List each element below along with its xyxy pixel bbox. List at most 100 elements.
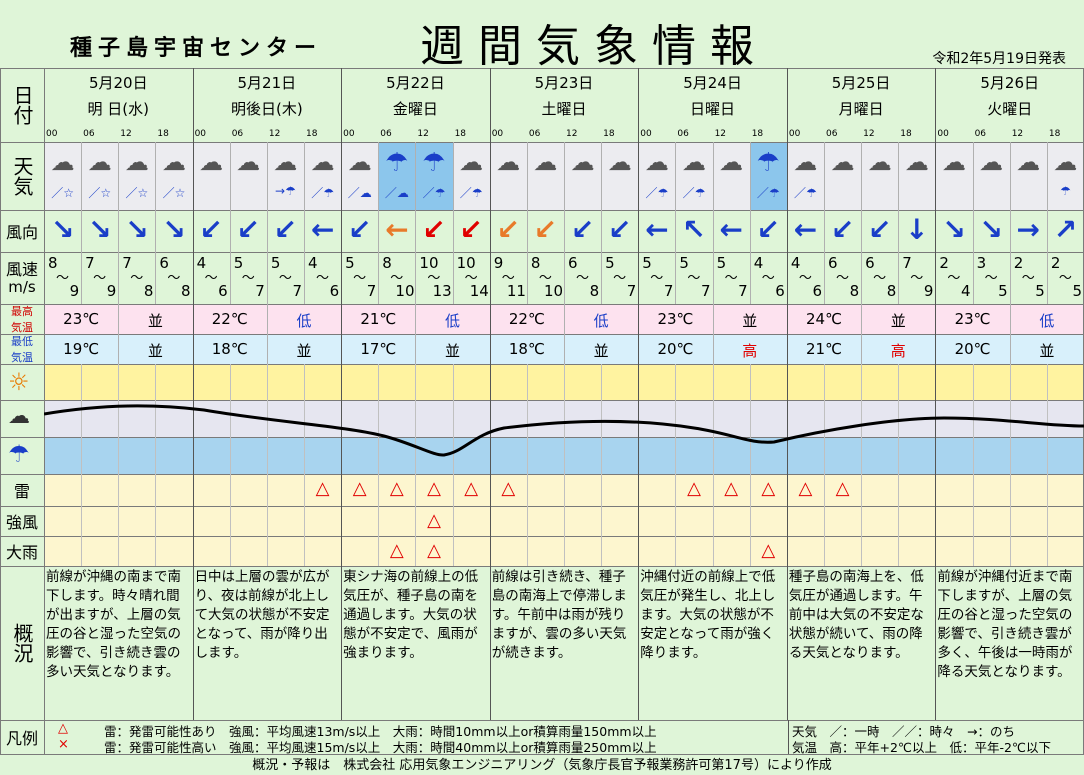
footer-credit: 概況・予報は 株式会社 応用気象エンジニアリング（気象庁長官予報業務許可第17号… bbox=[252, 758, 832, 773]
wind-speed-max: 8 bbox=[589, 282, 600, 300]
umbrella-icon: ☂ bbox=[756, 148, 780, 178]
wind-speed-max: 7 bbox=[626, 282, 637, 300]
label-weather: 天気 bbox=[10, 156, 34, 196]
hour-tick: 12 bbox=[863, 129, 875, 139]
heavy-rain-warning: △ bbox=[761, 540, 776, 561]
wind-arrow: ↙ bbox=[570, 213, 595, 246]
wind-speed-max: 8 bbox=[143, 282, 154, 300]
hour-tick: 18 bbox=[157, 129, 169, 139]
wind-arrow: ↘ bbox=[50, 213, 75, 246]
wind-arrow: ← bbox=[645, 213, 669, 246]
hour-tick: 06 bbox=[826, 129, 838, 139]
grid-line bbox=[0, 68, 1084, 69]
day-date: 5月20日 bbox=[88, 74, 148, 92]
cloud-icon: ☁ bbox=[1053, 148, 1078, 176]
wind-speed-max: 13 bbox=[432, 282, 452, 300]
legend-line-2: 雷：発雷可能性高い 強風：平均風速15m/s以上 大雨：時間40mm以上or積算… bbox=[104, 740, 657, 755]
wind-arrow: ← bbox=[793, 213, 818, 246]
weather-modifier: ／☆ bbox=[125, 186, 149, 200]
label-wind-speed: 風速 bbox=[5, 260, 38, 279]
wind-arrow: ↓ bbox=[905, 213, 929, 246]
hour-tick: 12 bbox=[714, 129, 727, 139]
cloud-icon: ☁ bbox=[124, 148, 149, 176]
weather-modifier: ／☂ bbox=[645, 186, 669, 200]
wind-arrow: ↙ bbox=[496, 213, 520, 246]
grid-line bbox=[0, 334, 1084, 335]
min-temp-rank: 並 bbox=[1039, 342, 1055, 360]
cloud-icon: ☁ bbox=[8, 404, 30, 429]
max-temp: 23℃ bbox=[657, 310, 694, 328]
wind-speed-max: 6 bbox=[812, 282, 822, 300]
day-summary: 種子島の南海上を、低気圧が通過します。午前中は大気の不安定な状態が続いて、雨の降… bbox=[788, 569, 924, 661]
wind-arrow: ↙ bbox=[830, 213, 855, 246]
day-summary: 沖縄付近の前線上で低気圧が発生し、北上します。大気の状態が不安定となって雨が強く… bbox=[640, 569, 776, 661]
cloud-icon: ☁ bbox=[719, 148, 744, 176]
wind-arrow: ↙ bbox=[199, 213, 223, 246]
wind-arrow: ← bbox=[310, 213, 335, 246]
cloud-icon: ☁ bbox=[199, 148, 224, 176]
heavy-rain-warning: △ bbox=[389, 540, 404, 561]
weather-modifier: ／☆ bbox=[88, 186, 112, 200]
issued-date: 令和2年5月19日発表 bbox=[932, 51, 1066, 67]
grid-line bbox=[0, 506, 1084, 507]
max-temp-rank: 並 bbox=[742, 312, 758, 330]
max-temp-rank: 低 bbox=[1039, 312, 1055, 330]
thunder-warning: △ bbox=[352, 478, 367, 499]
weather-modifier: ／☆ bbox=[162, 186, 186, 200]
wind-speed-max: 9 bbox=[69, 282, 80, 300]
cloud-icon: ☁ bbox=[941, 148, 966, 176]
grid-line bbox=[0, 142, 1084, 143]
cloud-icon: ☁ bbox=[1016, 148, 1041, 176]
label-strong-wind: 強風 bbox=[5, 513, 38, 532]
cloud-icon: ☁ bbox=[681, 148, 706, 176]
cloud-icon: ☁ bbox=[979, 148, 1004, 176]
grid-line bbox=[0, 364, 1084, 365]
legend-temp-key: 気温 高：平年+2℃以上 低：平年-2℃以下 bbox=[792, 740, 1051, 755]
weather-modifier: ／☂ bbox=[422, 186, 446, 200]
min-temp-rank: 高 bbox=[742, 342, 758, 360]
cloud-icon: ☁ bbox=[644, 148, 669, 176]
hour-tick: 06 bbox=[677, 129, 689, 139]
min-temp-rank: 並 bbox=[445, 342, 461, 360]
grid-line bbox=[0, 304, 1084, 305]
cloud-icon: ☁ bbox=[830, 148, 855, 176]
wind-speed-max: 9 bbox=[106, 282, 117, 300]
wind-speed-max: 5 bbox=[1072, 282, 1082, 300]
weather-modifier: ／☁ bbox=[384, 186, 409, 200]
wind-arrow: ↙ bbox=[867, 213, 892, 246]
max-temp-rank: 低 bbox=[445, 312, 461, 330]
weather-modifier: ／☂ bbox=[682, 186, 706, 200]
grid-line bbox=[0, 566, 1084, 567]
max-temp: 23℃ bbox=[63, 310, 100, 328]
day-summary: 前線は引き続き、種子島の南海上で停滞します。午前中は雨が残りますが、雲の多い天気… bbox=[491, 569, 627, 661]
day-date: 5月23日 bbox=[534, 74, 594, 92]
day-of-week: 土曜日 bbox=[541, 100, 587, 118]
day-of-week: 金曜日 bbox=[392, 100, 438, 118]
wind-arrow: → bbox=[1016, 213, 1040, 246]
min-temp-rank: 並 bbox=[147, 342, 163, 360]
cloud-icon: ☁ bbox=[496, 148, 521, 176]
weather-modifier: ／☁ bbox=[347, 186, 372, 200]
wind-speed-max: 7 bbox=[292, 282, 302, 300]
day-date: 5月24日 bbox=[683, 74, 742, 92]
hour-tick: 06 bbox=[83, 129, 95, 139]
cloud-probability-curve bbox=[44, 404, 1084, 457]
wind-arrow: ← bbox=[385, 213, 409, 246]
wind-arrow: ← bbox=[719, 213, 743, 246]
label-summary: 概況 bbox=[10, 623, 34, 663]
cloud-icon: ☁ bbox=[793, 148, 818, 176]
hour-tick: 12 bbox=[566, 129, 578, 139]
wind-speed-max: 6 bbox=[218, 282, 228, 300]
weather-modifier: ／☆ bbox=[51, 186, 74, 200]
hour-tick: 18 bbox=[1048, 129, 1061, 139]
cloud-icon: ☁ bbox=[236, 148, 261, 176]
legend-symbol-1: △ bbox=[58, 721, 68, 736]
wind-arrow: ↘ bbox=[87, 213, 112, 246]
label-wind-dir: 風向 bbox=[5, 223, 38, 242]
wind-arrow: ↙ bbox=[607, 213, 632, 246]
day-of-week: 明 日(水) bbox=[87, 100, 150, 118]
wind-arrow: ↙ bbox=[459, 213, 483, 246]
max-temp: 22℃ bbox=[508, 310, 545, 328]
weather-modifier: ／☂ bbox=[459, 186, 483, 200]
min-temp: 20℃ bbox=[954, 340, 991, 358]
